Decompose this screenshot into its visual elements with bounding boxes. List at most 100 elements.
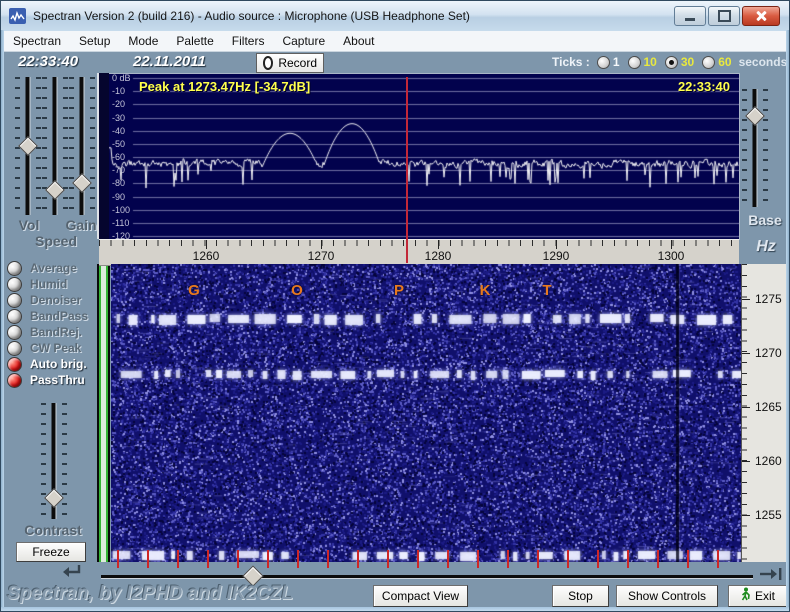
menu-item-setup[interactable]: Setup bbox=[70, 32, 119, 50]
stop-button[interactable]: Stop bbox=[552, 585, 609, 607]
ticks-group: Ticks : 1 10 30 60 seconds bbox=[552, 55, 787, 69]
tick-option-1[interactable]: 1 bbox=[596, 55, 620, 69]
show-controls-button[interactable]: Show Controls bbox=[616, 585, 718, 607]
spectrum-panel: Peak at 1273.47Hz [-34.7dB] 22:33:40 0 d… bbox=[109, 73, 740, 240]
db-axis-label: -90 bbox=[112, 191, 126, 202]
waterfall-canvas[interactable] bbox=[111, 264, 741, 562]
gain-label: Gain bbox=[65, 217, 97, 233]
menu-bar: Spectran Setup Mode Palette Filters Capture Ab… bbox=[4, 31, 788, 52]
return-arrow-icon[interactable] bbox=[59, 563, 83, 584]
spectrum-timestamp: 22:33:40 bbox=[677, 79, 730, 94]
spectrum-canvas[interactable] bbox=[109, 74, 739, 240]
exit-runner-icon bbox=[740, 587, 751, 605]
db-axis-label: -60 bbox=[112, 152, 126, 163]
window-edge-bottom bbox=[1, 607, 789, 611]
led-icon[interactable] bbox=[7, 340, 22, 356]
exit-button[interactable]: Exit bbox=[728, 585, 787, 607]
tick-option-30[interactable]: 30 bbox=[664, 55, 694, 69]
gain-slider-track[interactable] bbox=[79, 77, 85, 215]
contrast-label: Contrast bbox=[24, 522, 82, 538]
speed-slider-thumb[interactable] bbox=[45, 180, 65, 201]
minimize-button[interactable] bbox=[674, 6, 706, 26]
close-icon bbox=[755, 10, 767, 22]
led-icon[interactable] bbox=[7, 372, 22, 388]
vol-slider[interactable] bbox=[15, 77, 41, 215]
gain-slider[interactable] bbox=[69, 77, 95, 215]
tick-option-60[interactable]: 60 bbox=[702, 55, 732, 69]
base-slider[interactable] bbox=[742, 89, 768, 207]
gain-slider-thumb[interactable] bbox=[72, 173, 92, 194]
led-icon[interactable] bbox=[7, 308, 22, 324]
radio-icon[interactable] bbox=[596, 55, 610, 69]
ticks-label: Ticks : bbox=[552, 55, 590, 69]
led-icon[interactable] bbox=[7, 356, 22, 372]
speed-slider[interactable] bbox=[42, 77, 68, 215]
maximize-button[interactable] bbox=[708, 6, 740, 26]
date-display: 22.11.2011 bbox=[133, 53, 206, 70]
freq-tick-label: 1290 bbox=[542, 249, 570, 263]
led-icon[interactable] bbox=[7, 324, 22, 340]
toggle-bandrej[interactable]: BandRej. bbox=[7, 324, 107, 340]
freeze-button[interactable]: Freeze bbox=[16, 542, 86, 562]
toggle-label: BandPass bbox=[30, 309, 89, 323]
frequency-scroll-slider[interactable] bbox=[101, 565, 753, 587]
decoded-letter-T: T bbox=[542, 282, 552, 299]
toggle-label: Denoiser bbox=[30, 293, 82, 307]
toggle-auto-brig[interactable]: Auto brig. bbox=[7, 356, 107, 372]
app-window: Spectran Version 2 (build 216) - Audio s… bbox=[0, 0, 790, 612]
compact-view-button[interactable]: Compact View bbox=[373, 585, 468, 607]
scale-major-tick bbox=[742, 407, 750, 408]
show-controls-label: Show Controls bbox=[627, 589, 707, 603]
scale-freq-label: 1265 bbox=[755, 400, 782, 414]
toggle-humid[interactable]: Humid bbox=[7, 276, 107, 292]
radio-icon[interactable] bbox=[702, 55, 716, 69]
vol-label: Vol bbox=[18, 217, 40, 233]
decoded-letter-O: O bbox=[291, 282, 303, 299]
menu-item-mode[interactable]: Mode bbox=[119, 32, 167, 50]
led-icon[interactable] bbox=[7, 260, 22, 276]
menu-item-spectran[interactable]: Spectran bbox=[4, 32, 70, 50]
toggle-denoiser[interactable]: Denoiser bbox=[7, 292, 107, 308]
led-icon[interactable] bbox=[7, 292, 22, 308]
contrast-slider-thumb[interactable] bbox=[44, 488, 64, 509]
stop-button-label: Stop bbox=[568, 589, 593, 603]
toggle-list: Average Humid Denoiser BandPass BandRej. CW P… bbox=[7, 260, 107, 388]
frequency-scroll-track[interactable] bbox=[101, 575, 753, 579]
base-slider-thumb[interactable] bbox=[745, 106, 765, 127]
waterfall-time-ticks bbox=[117, 550, 737, 568]
menu-item-filters[interactable]: Filters bbox=[223, 32, 274, 50]
window-edge-left bbox=[1, 30, 4, 611]
toggle-passthru[interactable]: PassThru bbox=[7, 372, 107, 388]
radio-icon[interactable] bbox=[664, 55, 678, 69]
toggle-average[interactable]: Average bbox=[7, 260, 107, 276]
tick-option-10[interactable]: 10 bbox=[627, 55, 657, 69]
menu-item-palette[interactable]: Palette bbox=[167, 32, 222, 50]
menu-item-capture[interactable]: Capture bbox=[273, 32, 334, 50]
clock-display: 22:33:40 bbox=[18, 53, 79, 70]
menu-item-about[interactable]: About bbox=[334, 32, 383, 50]
toggle-cw-peak[interactable]: CW Peak bbox=[7, 340, 107, 356]
scale-major-tick bbox=[742, 515, 750, 516]
toggle-bandpass[interactable]: BandPass bbox=[7, 308, 107, 324]
db-axis-label: 0 dB bbox=[112, 73, 131, 83]
title-bar: Spectran Version 2 (build 216) - Audio s… bbox=[1, 1, 789, 32]
vol-slider-thumb[interactable] bbox=[18, 136, 38, 156]
right-arrow-icon[interactable] bbox=[758, 567, 784, 586]
db-axis-label: -80 bbox=[112, 178, 126, 189]
level-meter-upper bbox=[97, 73, 109, 239]
maximize-icon bbox=[717, 10, 731, 22]
radio-icon[interactable] bbox=[627, 55, 641, 69]
cursor-line[interactable] bbox=[406, 77, 408, 263]
contrast-slider[interactable] bbox=[41, 403, 67, 519]
close-button[interactable] bbox=[742, 6, 780, 26]
record-button[interactable]: Record bbox=[256, 53, 324, 73]
led-icon[interactable] bbox=[7, 276, 22, 292]
freq-tick-label: 1270 bbox=[307, 249, 335, 263]
freq-tick-label: 1260 bbox=[192, 249, 220, 263]
toggle-label: PassThru bbox=[30, 373, 85, 387]
tick-option-label: 60 bbox=[718, 55, 732, 69]
db-axis-label: -110 bbox=[112, 217, 130, 228]
waterfall-panel: GOPKT bbox=[111, 264, 741, 562]
scale-freq-label: 1275 bbox=[755, 292, 782, 306]
db-axis-label: -30 bbox=[112, 112, 126, 123]
